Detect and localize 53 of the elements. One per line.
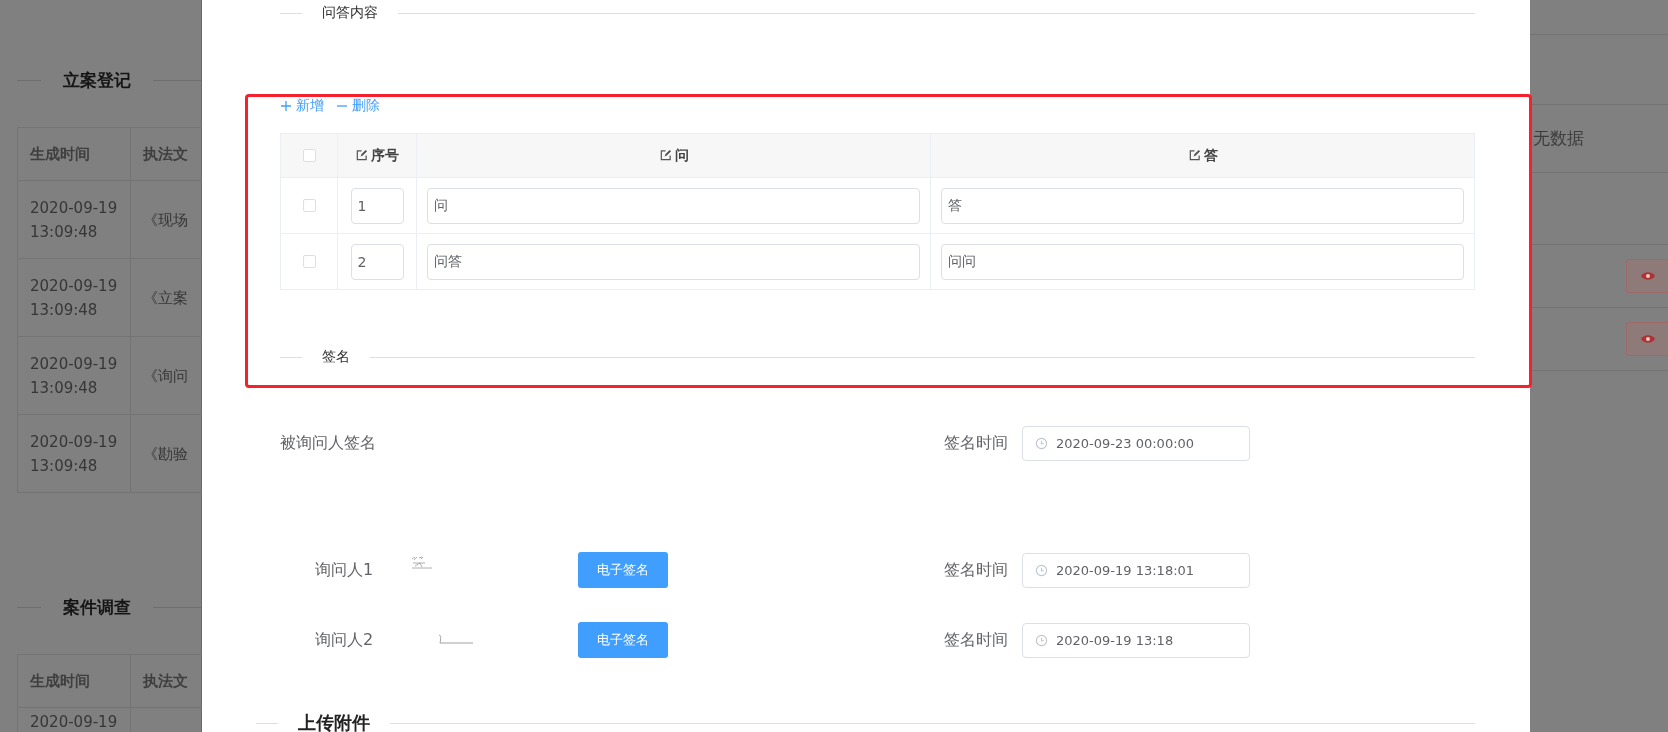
edit-icon — [1187, 149, 1201, 162]
question-input[interactable]: 问 — [427, 187, 920, 224]
checkbox[interactable] — [302, 255, 316, 268]
field-label: 签名时间 — [944, 629, 1008, 651]
empty-text: 无数据 — [1533, 127, 1584, 150]
table-cell-text: 《立案 — [143, 287, 188, 309]
signature-drawing — [410, 556, 434, 570]
answer-input[interactable]: 答 — [941, 187, 1464, 224]
section-title: 签名 — [321, 348, 351, 366]
section-title: 问答内容 — [321, 4, 379, 22]
section-title: 上传附件 — [297, 711, 371, 732]
field-label: 签名时间 — [944, 559, 1008, 581]
clock-icon — [1035, 633, 1048, 647]
column-header: 生成时间 — [30, 144, 90, 165]
clock-icon — [1035, 563, 1048, 577]
edit-icon — [355, 149, 368, 162]
field-label: 询问人2 — [315, 629, 375, 651]
section-title: 立案登记 — [62, 68, 132, 92]
field-label: 询问人1 — [315, 559, 375, 581]
table-cell-text: 2020-09-19 13:09:48 — [30, 353, 118, 399]
table-cell-text: 《询问 — [143, 365, 188, 387]
time-field[interactable]: 2020-09-23 00:00:00 — [1022, 425, 1250, 461]
column-header: 执法文 — [143, 144, 188, 165]
time-field[interactable]: 2020-09-19 13:18:01 — [1022, 552, 1250, 588]
signature-drawing — [438, 634, 474, 646]
table-cell-text: 2020-09-19 13:09:48 — [30, 431, 118, 477]
index-input[interactable]: 1 — [350, 187, 404, 224]
table-cell-text: 《现场 — [143, 209, 188, 231]
table-cell-text: 2020-09-19 — [30, 712, 118, 732]
answer-input[interactable]: 问问 — [941, 243, 1464, 280]
question-input[interactable]: 问答 — [427, 243, 920, 280]
eye-icon — [1639, 334, 1656, 344]
edit-icon — [658, 149, 672, 162]
column-header: 问 — [674, 146, 689, 165]
eye-icon — [1639, 271, 1656, 281]
table-cell-text: 2020-09-19 13:09:48 — [30, 197, 118, 243]
checkbox[interactable] — [302, 199, 316, 212]
time-field[interactable]: 2020-09-19 13:18 — [1022, 622, 1250, 658]
field-label: 被询问人签名 — [280, 432, 377, 454]
section-title: 案件调查 — [62, 595, 132, 619]
plus-icon — [280, 100, 292, 112]
field-label: 签名时间 — [944, 432, 1008, 454]
table-cell-text: 《勘验 — [143, 443, 188, 465]
view-button[interactable] — [1626, 322, 1668, 356]
checkbox[interactable] — [302, 149, 316, 162]
column-header: 答 — [1203, 146, 1218, 165]
index-input[interactable]: 2 — [350, 243, 404, 280]
column-header: 执法文 — [143, 671, 188, 692]
clock-icon — [1035, 436, 1048, 450]
view-button[interactable] — [1626, 259, 1668, 293]
column-header: 序号 — [371, 146, 399, 165]
column-header: 生成时间 — [30, 671, 90, 692]
table-cell-text: 2020-09-19 13:09:48 — [30, 275, 118, 321]
